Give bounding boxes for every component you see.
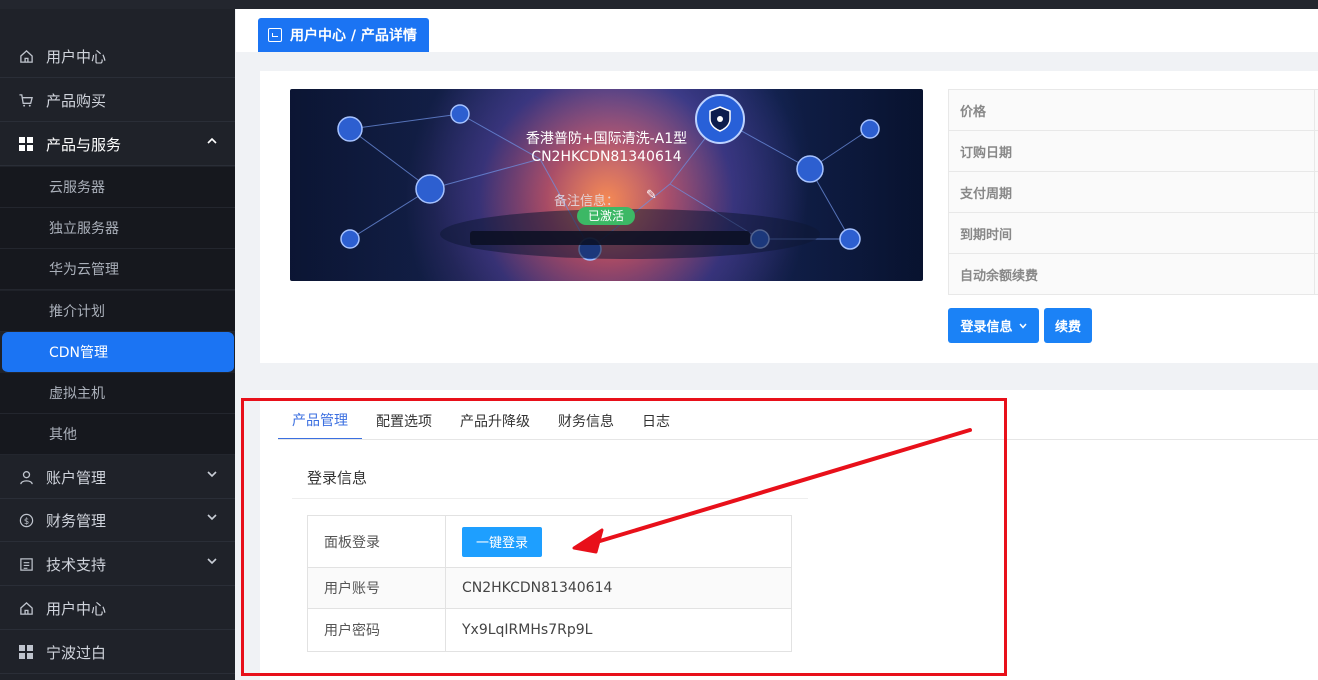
annotation-highlight-box: [241, 398, 1007, 676]
info-label: 到期时间: [960, 227, 1013, 243]
cart-icon: [18, 92, 34, 108]
sidebar-item-user-center-2[interactable]: 用户中心: [0, 587, 235, 630]
sidebar-subitem-huawei-cloud[interactable]: 华为云管理: [0, 249, 235, 290]
sidebar-item-label: 用户中心: [46, 47, 107, 66]
sidebar-item-label: 产品与服务: [46, 135, 122, 154]
sidebar-subitem-other[interactable]: 其他: [0, 414, 235, 455]
top-strip: [0, 0, 1318, 9]
home-icon: [18, 600, 34, 616]
sidebar-item-account[interactable]: 账户管理: [0, 456, 235, 499]
chevron-down-icon: [1018, 323, 1027, 329]
sidebar-subitem-label: 推介计划: [49, 304, 105, 320]
info-label: 支付周期: [960, 186, 1013, 202]
sidebar-item-user-center[interactable]: 用户中心: [0, 35, 235, 78]
grid-icon: [18, 644, 34, 660]
product-name: 香港普防+国际清洗-A1型: [525, 131, 688, 147]
sidebar-item-label: 技术支持: [46, 555, 107, 574]
chevron-down-icon: [207, 511, 217, 524]
sidebar-subitem-label: 独立服务器: [49, 221, 119, 237]
info-label: 订购日期: [960, 145, 1013, 161]
chevron-up-icon: [207, 135, 217, 148]
sidebar-subitem-label: 其他: [49, 427, 77, 443]
breadcrumb-bar: 用户中心 / 产品详情: [236, 9, 1318, 52]
grid-icon: [18, 136, 34, 152]
chevron-down-icon: [207, 555, 217, 568]
info-row-auto-renew: 自动余额续费: [948, 254, 1318, 295]
login-info-button[interactable]: 登录信息: [948, 308, 1039, 343]
sidebar-subitem-referral[interactable]: 推介计划: [0, 291, 235, 332]
document-icon: [18, 556, 34, 572]
sidebar-item-label: 用户中心: [46, 599, 107, 618]
sidebar-subitem-virtual-host[interactable]: 虚拟主机: [0, 373, 235, 414]
sidebar-subitem-cdn[interactable]: CDN管理: [2, 332, 234, 373]
dollar-icon: $: [18, 512, 34, 528]
sidebar-item-label: 产品购买: [46, 91, 107, 110]
sidebar-subitem-label: CDN管理: [49, 345, 109, 361]
sidebar-item-finance[interactable]: $ 财务管理: [0, 499, 235, 542]
renew-button[interactable]: 续费: [1044, 308, 1092, 343]
sidebar-item-label: 账户管理: [46, 468, 107, 487]
info-row-order-date: 订购日期: [948, 131, 1318, 172]
product-card: 香港普防+国际清洗-A1型 CN2HKCDN81340614 备注信息： ✎ 已…: [260, 71, 1318, 363]
login-info-label: 登录信息: [960, 320, 1013, 335]
sidebar-item-tech-support[interactable]: 技术支持: [0, 543, 235, 586]
sidebar-subitem-label: 云服务器: [49, 180, 105, 196]
info-label: 价格: [960, 104, 987, 120]
chevron-down-icon: [207, 468, 217, 481]
edit-icon[interactable]: ✎: [646, 188, 657, 203]
sidebar-item-ningbo[interactable]: 宁波过白: [0, 631, 235, 674]
svg-text:$: $: [23, 515, 28, 525]
sidebar-subitem-label: 华为云管理: [49, 262, 119, 278]
product-banner: 香港普防+国际清洗-A1型 CN2HKCDN81340614 备注信息： ✎ 已…: [290, 89, 923, 281]
info-row-price: 价格: [948, 90, 1318, 131]
sidebar: 用户中心 产品购买 产品与服务 云服务器 独立服务器 华为云管理 推介计划 CD…: [0, 9, 235, 680]
sidebar-subitem-label: 虚拟主机: [49, 386, 105, 402]
sidebar-subitem-cloud-server[interactable]: 云服务器: [0, 167, 235, 208]
info-label: 自动余额续费: [960, 268, 1039, 284]
sidebar-item-products-services[interactable]: 产品与服务: [0, 123, 235, 166]
sidebar-item-label: 宁波过白: [46, 643, 107, 662]
sidebar-item-label: 财务管理: [46, 511, 107, 530]
sidebar-subitem-dedicated-server[interactable]: 独立服务器: [0, 208, 235, 249]
product-id: CN2HKCDN81340614: [531, 149, 682, 165]
network-illustration: [337, 94, 880, 261]
sidebar-item-product-purchase[interactable]: 产品购买: [0, 79, 235, 122]
breadcrumb[interactable]: 用户中心 / 产品详情: [258, 18, 429, 52]
status-badge: 已激活: [577, 207, 635, 225]
breadcrumb-text: 用户中心 / 产品详情: [290, 28, 417, 44]
user-icon: [18, 469, 34, 485]
info-row-expiry: 到期时间: [948, 213, 1318, 254]
product-info-table: 价格 订购日期 支付周期 到期时间 自动余额续费: [948, 89, 1318, 295]
info-row-billing-cycle: 支付周期: [948, 172, 1318, 213]
back-icon: [268, 28, 282, 42]
home-icon: [18, 48, 34, 64]
